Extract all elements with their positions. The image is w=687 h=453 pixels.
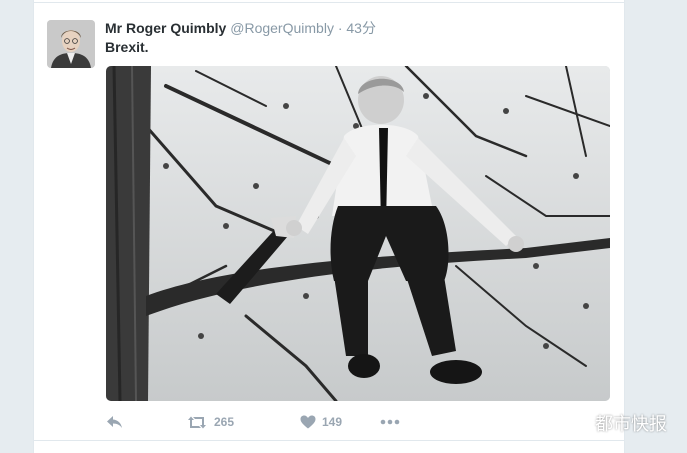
- tweet-card: Mr Roger Quimbly @RogerQuimbly · 43分 Bre…: [33, 0, 625, 453]
- meta-separator: ·: [337, 20, 343, 36]
- tweet-photo[interactable]: [106, 66, 610, 401]
- tweet-text: Brexit.: [105, 39, 149, 55]
- wechat-icon: [559, 408, 589, 437]
- username-handle[interactable]: @RogerQuimbly: [230, 20, 334, 36]
- timestamp[interactable]: 43分: [346, 20, 376, 36]
- more-button[interactable]: [380, 412, 400, 432]
- like-count: 149: [322, 415, 343, 429]
- retweet-count: 265: [214, 415, 235, 429]
- reply-button[interactable]: [106, 412, 123, 432]
- top-divider: [34, 2, 624, 3]
- reply-icon: [106, 415, 123, 429]
- like-button[interactable]: 149: [300, 412, 342, 432]
- display-name[interactable]: Mr Roger Quimbly: [105, 20, 226, 36]
- watermark-text: 都市快报: [595, 413, 667, 435]
- more-icon: [380, 419, 400, 425]
- bottom-divider: [34, 440, 624, 441]
- retweet-button[interactable]: 265: [186, 412, 234, 432]
- retweet-icon: [186, 415, 208, 430]
- tweet-header: Mr Roger Quimbly @RogerQuimbly · 43分: [105, 18, 376, 38]
- heart-icon: [300, 415, 316, 429]
- watermark: 都市快报: [559, 408, 667, 437]
- avatar[interactable]: [47, 20, 95, 68]
